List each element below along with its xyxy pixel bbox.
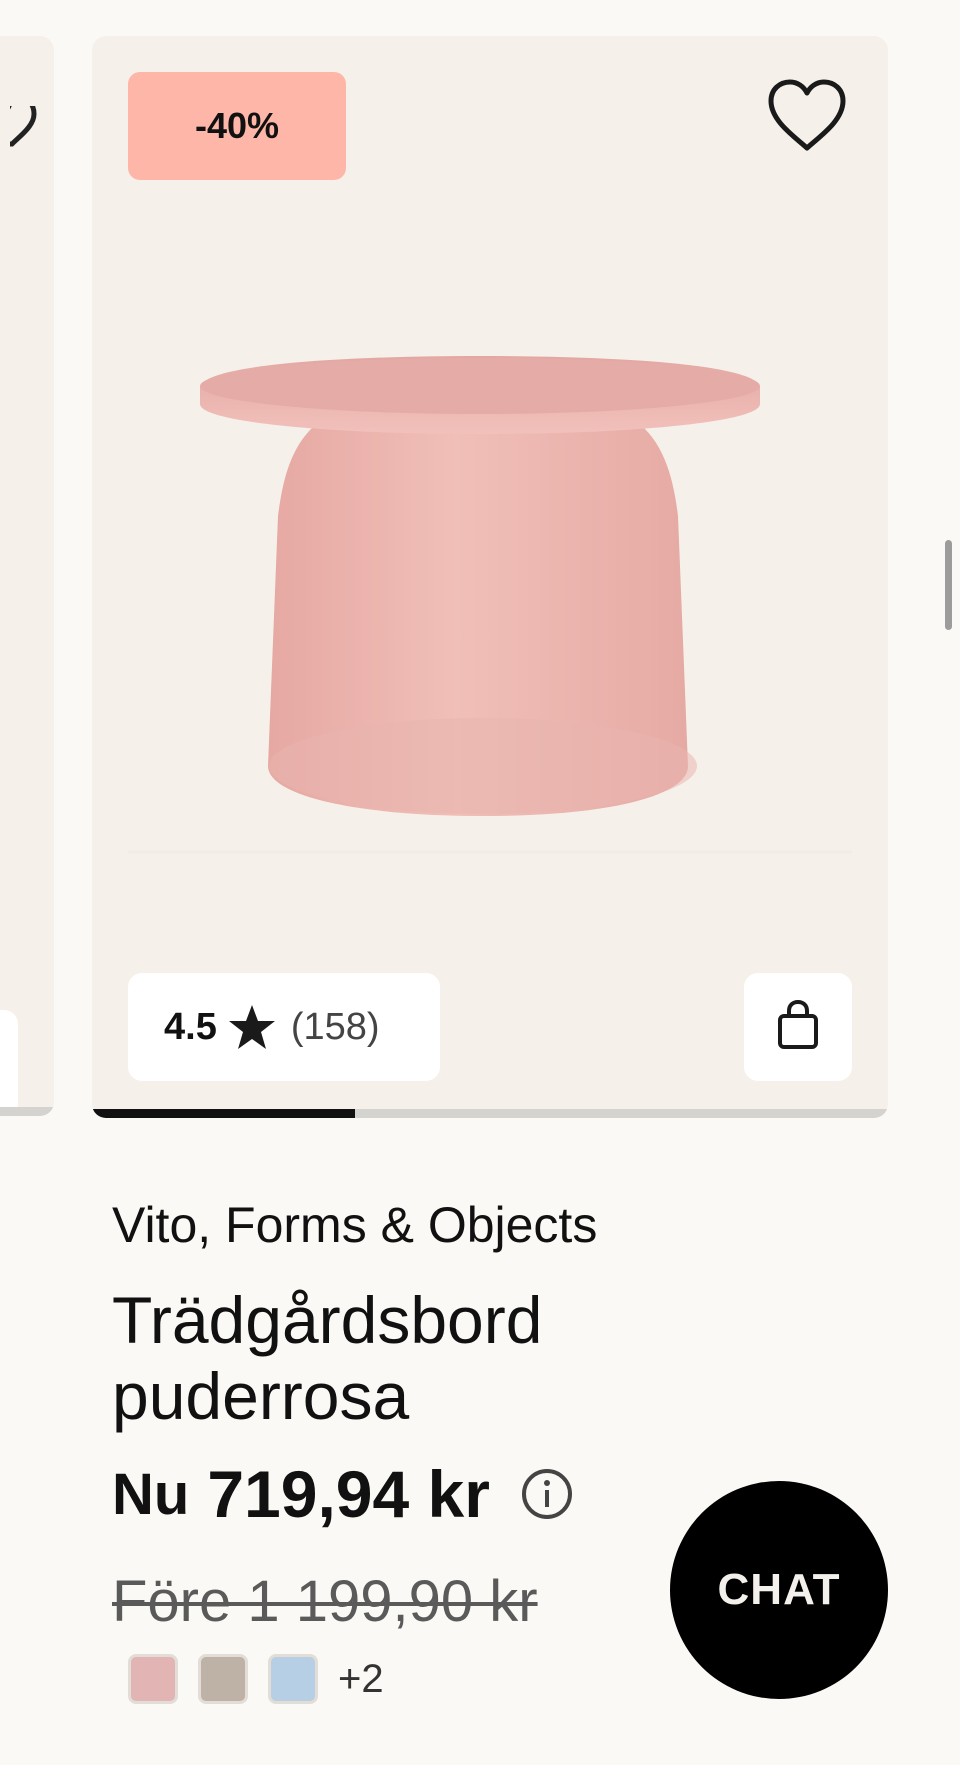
scrollbar-thumb[interactable] (945, 540, 952, 630)
shopping-bag-icon (777, 999, 819, 1055)
image-carousel-progress (92, 1109, 888, 1118)
chat-button[interactable]: CHAT (670, 1481, 888, 1699)
product-list-screen: -40% 4.5 (158) Vito, Forms & Objects Trä… (0, 0, 960, 1765)
previous-product-card[interactable] (0, 36, 54, 1116)
rating-pill[interactable]: 4.5 (158) (128, 973, 440, 1081)
rating-value: 4.5 (164, 1005, 217, 1048)
previous-image-progress (0, 1107, 54, 1116)
more-colors-count[interactable]: +2 (338, 1657, 384, 1702)
product-image[interactable] (128, 236, 852, 856)
product-title-line2: puderrosa (112, 1359, 410, 1433)
add-to-cart-button[interactable] (744, 973, 852, 1081)
product-title-line1: Trädgårdsbord (112, 1283, 543, 1357)
price-prefix: Nu (112, 1461, 190, 1527)
wishlist-button[interactable] (762, 72, 852, 162)
current-price: 719,94 kr (207, 1457, 490, 1531)
product-brand[interactable]: Vito, Forms & Objects (112, 1196, 597, 1254)
color-swatch-blue[interactable] (268, 1654, 318, 1704)
product-card[interactable]: -40% 4.5 (158) (92, 36, 888, 1118)
previous-price: Före 1 199,90 kr (112, 1569, 538, 1634)
image-carousel-progress-fill (92, 1109, 355, 1118)
info-icon[interactable] (520, 1467, 574, 1521)
product-title[interactable]: Trädgårdsbord puderrosa (112, 1282, 672, 1434)
heart-icon[interactable] (0, 95, 54, 150)
price-row: Nu 719,94 kr (112, 1456, 574, 1532)
color-swatch-beige[interactable] (198, 1654, 248, 1704)
color-swatches: +2 (128, 1654, 384, 1704)
heart-icon (765, 77, 849, 158)
discount-badge: -40% (128, 72, 346, 180)
rating-count: (158) (290, 1005, 380, 1048)
star-icon (227, 1002, 277, 1052)
previous-rating-badge (0, 1010, 18, 1116)
color-swatch-pink[interactable] (128, 1654, 178, 1704)
